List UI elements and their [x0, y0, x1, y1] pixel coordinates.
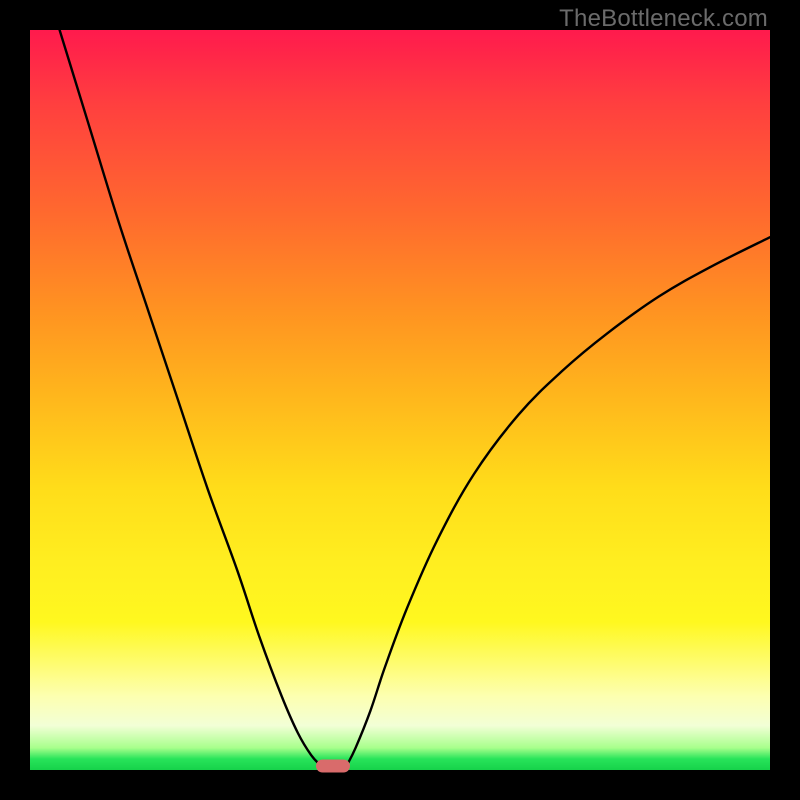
chart-frame: TheBottleneck.com	[0, 0, 800, 800]
curve-svg	[30, 30, 770, 770]
plot-area	[30, 30, 770, 770]
curve-path	[60, 30, 770, 766]
brand-watermark: TheBottleneck.com	[559, 5, 768, 33]
bottleneck-marker	[316, 759, 350, 772]
